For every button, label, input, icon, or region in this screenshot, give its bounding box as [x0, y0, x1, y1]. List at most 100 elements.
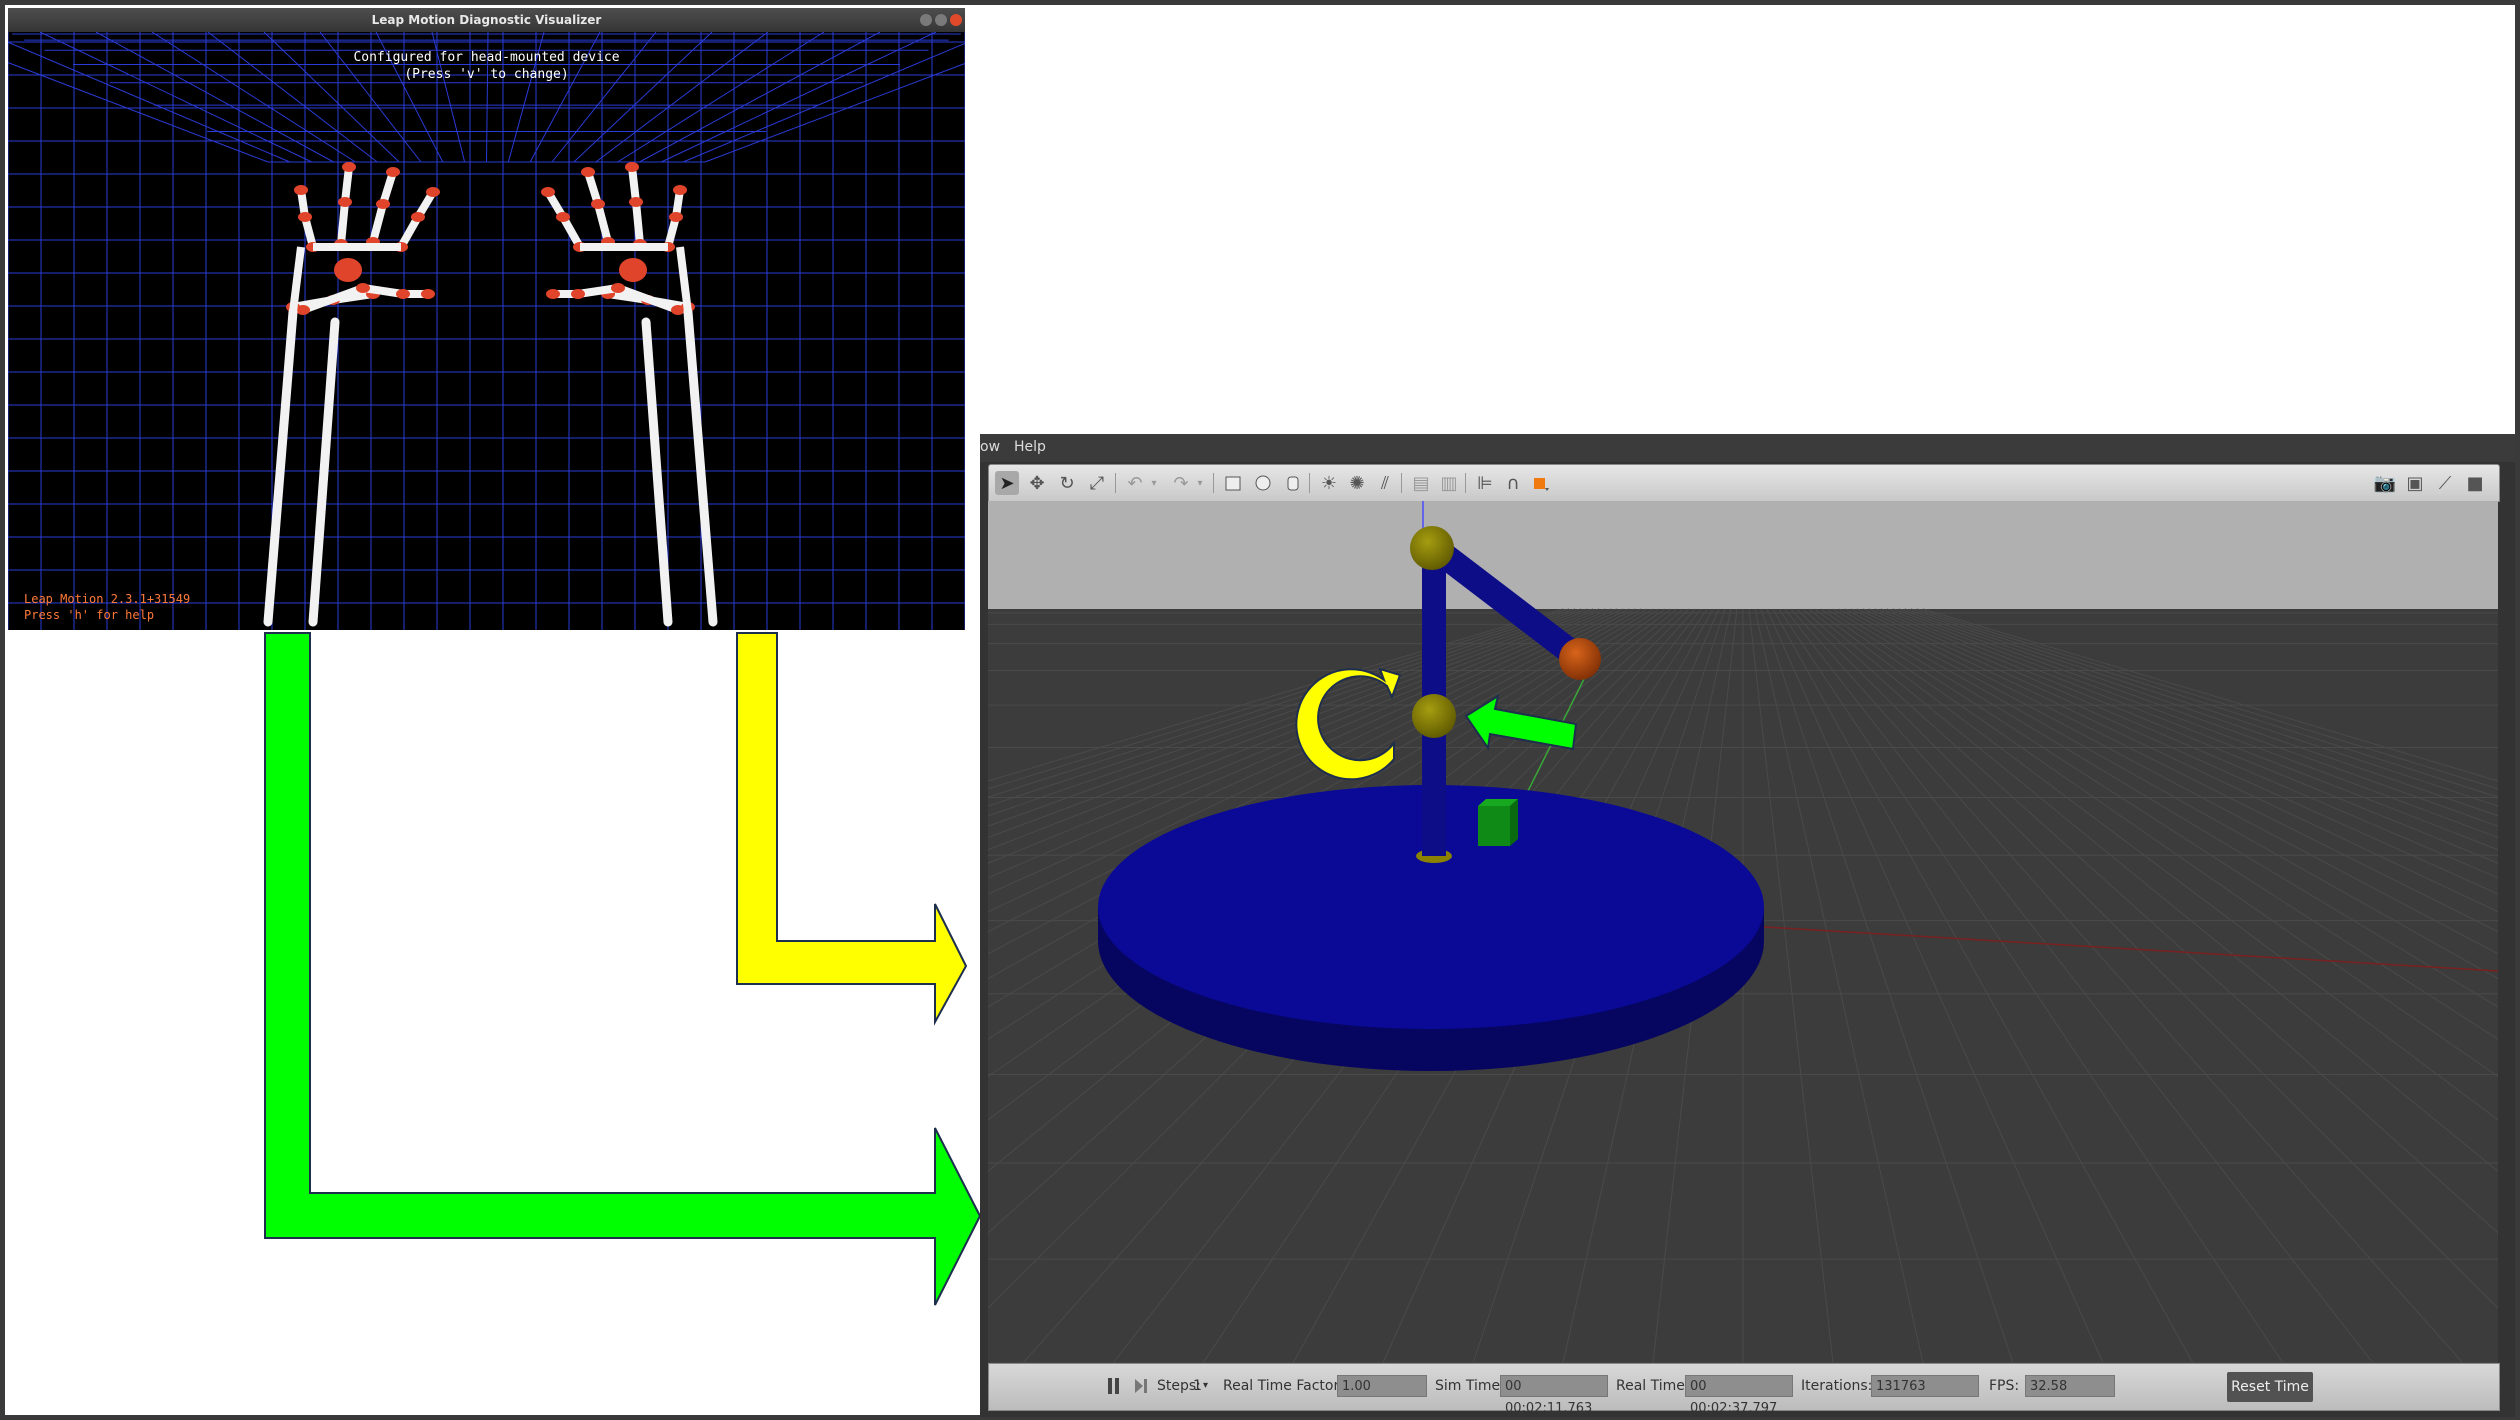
scene-render: [988, 501, 2498, 1363]
perspective-grid: [8, 32, 965, 630]
elbow-joint: [1412, 694, 1456, 738]
align-icon[interactable]: ⊫: [1473, 471, 1497, 495]
toolbar-separator: [1309, 473, 1310, 493]
real-time-field: 00 00:02:37.797: [1685, 1375, 1793, 1416]
leap-titlebar: Leap Motion Diagnostic Visualizer: [8, 8, 965, 32]
hand-joint: [356, 283, 370, 293]
hand-joint: [671, 305, 685, 315]
palm-center: [619, 258, 647, 282]
rtf-field: 1.00: [1337, 1375, 1427, 1397]
redo-icon[interactable]: ↷: [1169, 471, 1193, 495]
paste-icon[interactable]: ▥: [1437, 471, 1461, 495]
leap-window-title: Leap Motion Diagnostic Visualizer: [371, 13, 602, 27]
hand-joint: [342, 162, 356, 172]
sky: [988, 501, 2498, 609]
point-light-icon[interactable]: ☀: [1317, 471, 1341, 495]
translate-mode-icon[interactable]: ✥: [1025, 471, 1049, 495]
forearm-bone: [308, 317, 340, 627]
hand-joint: [396, 289, 410, 299]
hand-bone: [632, 198, 644, 248]
menu-window[interactable]: ow: [980, 439, 1000, 455]
hand-joint: [296, 305, 310, 315]
hand-bone: [341, 163, 353, 206]
hand-joint: [294, 185, 308, 195]
leap-viewport[interactable]: Configured for head-mounted device (Pres…: [8, 32, 965, 630]
toolbar-separator: [1115, 473, 1116, 493]
pause-icon[interactable]: [1107, 1376, 1121, 1396]
toolbar-separator: [1213, 473, 1214, 493]
minimize-icon[interactable]: [920, 14, 932, 26]
iterations-label: Iterations:: [1801, 1378, 1873, 1394]
hand-joint: [591, 199, 605, 209]
spot-light-icon[interactable]: ✺: [1345, 471, 1369, 495]
real-time-label: Real Time:: [1616, 1378, 1690, 1394]
view-angle-icon[interactable]: [1529, 471, 1553, 495]
leap-3d-view: [8, 32, 965, 630]
hand-joint: [338, 197, 352, 207]
copy-icon[interactable]: ▤: [1409, 471, 1433, 495]
hand-joint: [611, 283, 625, 293]
hand-joint: [386, 167, 400, 177]
toolbar-separator: [1465, 473, 1466, 493]
toolbar-separator: [1401, 473, 1402, 493]
toolbar: ➤ ✥ ↻ ⤢ ↶ ▾ ↷ ▾ ☀ ✺ ⫽ ▤ ▥ ⊫ ∩ 📷 ▣ ⟋ ■: [988, 464, 2500, 502]
rotate-mode-icon[interactable]: ↻: [1055, 471, 1079, 495]
video-record-icon[interactable]: ■: [2463, 471, 2487, 495]
green-cube-front: [1478, 806, 1510, 846]
hand-bone: [594, 200, 612, 246]
sim-time-field: 00 00:02:11.763: [1500, 1375, 1608, 1416]
hand-joint: [298, 212, 312, 222]
scene-viewport[interactable]: [988, 501, 2498, 1363]
hand-joint: [411, 212, 425, 222]
config-line-2: (Press 'v' to change): [404, 67, 569, 82]
hand-bone: [628, 163, 640, 206]
close-icon[interactable]: [950, 14, 962, 26]
hand-joint: [426, 187, 440, 197]
cylinder-shape-icon[interactable]: [1281, 471, 1305, 495]
rtf-label: Real Time Factor:: [1223, 1378, 1344, 1394]
undo-dropdown-icon[interactable]: ▾: [1147, 471, 1161, 495]
fps-field: 32.58: [2025, 1375, 2115, 1397]
leap-version: Leap Motion 2.3.1+31549: [24, 592, 191, 606]
hand-joint: [376, 199, 390, 209]
steps-dropdown-icon[interactable]: ▾: [1203, 1380, 1208, 1391]
hand-joint: [541, 187, 555, 197]
maximize-icon[interactable]: [935, 14, 947, 26]
leap-help-hint: Press 'h' for help: [24, 608, 155, 622]
reset-time-button[interactable]: Reset Time: [2227, 1372, 2313, 1402]
snap-icon[interactable]: ∩: [1501, 471, 1525, 495]
screenshot-icon[interactable]: 📷: [2373, 471, 2397, 495]
hand-bone: [369, 200, 387, 246]
log-icon[interactable]: ▣: [2403, 471, 2427, 495]
yellow-arrow: [736, 632, 968, 1026]
hand-joint: [571, 289, 585, 299]
hand-joint: [581, 167, 595, 177]
hand-joint: [546, 289, 560, 299]
end-effector: [1559, 638, 1601, 680]
directional-light-icon[interactable]: ⫽: [1373, 471, 1397, 495]
status-bar: Steps: 1 ▾ Real Time Factor: 1.00 Sim Ti…: [988, 1363, 2500, 1416]
hand-joint: [669, 212, 683, 222]
steps-spinbox[interactable]: 1: [1193, 1378, 1202, 1394]
iterations-field: 131763: [1871, 1375, 1979, 1397]
redo-dropdown-icon[interactable]: ▾: [1193, 471, 1207, 495]
fps-label: FPS:: [1989, 1378, 2020, 1394]
sphere-shape-icon[interactable]: [1251, 471, 1275, 495]
green-arrow: [264, 632, 982, 1306]
hand-joint: [673, 185, 687, 195]
hand-bone: [337, 198, 349, 248]
leap-window: Leap Motion Diagnostic Visualizer Config…: [8, 8, 965, 630]
hand-skeletons: [263, 162, 718, 627]
plot-icon[interactable]: ⟋: [2433, 471, 2457, 495]
scale-mode-icon[interactable]: ⤢: [1085, 471, 1109, 495]
menubar: ow Help: [980, 434, 2515, 462]
hand-joint: [556, 212, 570, 222]
undo-icon[interactable]: ↶: [1123, 471, 1147, 495]
box-shape-icon[interactable]: [1221, 471, 1245, 495]
shoulder-joint: [1410, 526, 1454, 570]
menu-help[interactable]: Help: [1014, 439, 1046, 455]
hand-joint: [421, 289, 435, 299]
step-icon[interactable]: [1133, 1376, 1149, 1396]
select-mode-icon[interactable]: ➤: [995, 471, 1019, 495]
gazebo-window: ow Help ➤ ✥ ↻ ⤢ ↶ ▾ ↷ ▾ ☀ ✺ ⫽ ▤ ▥ ⊫ ∩ 📷 …: [980, 434, 2515, 1417]
